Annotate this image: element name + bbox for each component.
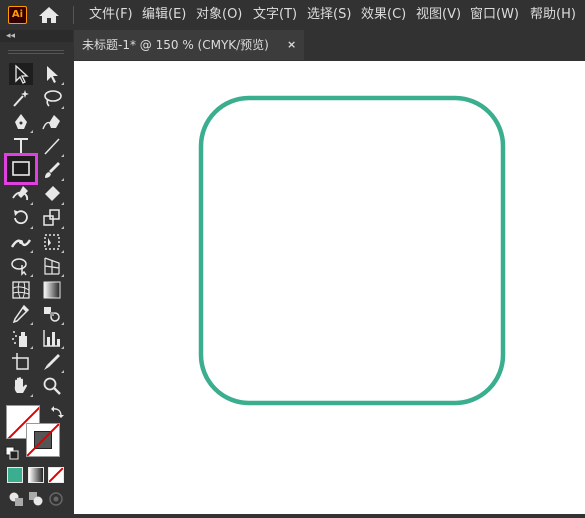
scale-tool-icon[interactable] xyxy=(40,207,64,229)
artboard-canvas[interactable] xyxy=(74,61,585,514)
zoom-tool-icon[interactable] xyxy=(40,375,64,397)
shape-builder-tool-icon[interactable] xyxy=(9,255,33,277)
direct-selection-tool-icon[interactable] xyxy=(40,63,64,85)
symbol-sprayer-tool-icon[interactable] xyxy=(9,327,33,349)
menu-help[interactable]: 帮助(H) xyxy=(530,6,576,24)
paintbrush-tool-icon[interactable] xyxy=(40,159,64,181)
close-tab-icon[interactable]: × xyxy=(287,37,296,53)
menu-view[interactable]: 视图(V) xyxy=(416,6,461,24)
rotate-tool-icon[interactable] xyxy=(9,207,33,229)
line-segment-tool-icon[interactable] xyxy=(40,135,64,157)
eyedropper-tool-icon[interactable] xyxy=(9,303,33,325)
hand-tool-icon[interactable] xyxy=(9,375,33,397)
mesh-tool-icon[interactable] xyxy=(9,279,33,301)
blend-tool-icon[interactable] xyxy=(40,303,64,325)
width-tool-icon[interactable] xyxy=(9,231,33,253)
selection-tool-icon[interactable] xyxy=(9,63,33,85)
artwork-layer xyxy=(198,95,506,406)
document-tab-bar: 未标题-1* @ 150 % (CMYK/预览) × xyxy=(74,30,585,61)
curvature-tool-icon[interactable] xyxy=(40,111,64,133)
menu-divider xyxy=(73,6,74,24)
swap-fill-stroke-icon[interactable] xyxy=(50,404,64,418)
menu-effect[interactable]: 效果(C) xyxy=(361,6,406,24)
column-graph-tool-icon[interactable] xyxy=(40,327,64,349)
menu-object[interactable]: 对象(O) xyxy=(196,6,242,24)
menu-window[interactable]: 窗口(W) xyxy=(470,6,519,24)
default-fill-stroke-icon[interactable] xyxy=(5,445,19,460)
gradient-tool-icon[interactable] xyxy=(40,279,64,301)
draw-normal-icon[interactable] xyxy=(8,491,24,507)
gradient-mode-button[interactable] xyxy=(28,467,44,483)
eraser-tool-icon[interactable] xyxy=(40,183,64,205)
color-mode-button[interactable] xyxy=(7,467,23,483)
lasso-tool-icon[interactable] xyxy=(40,87,64,109)
collapse-panel-icon[interactable]: ◂◂ xyxy=(6,30,15,42)
document-tab-title: 未标题-1* @ 150 % (CMYK/预览) xyxy=(82,38,269,52)
menu-file[interactable]: 文件(F) xyxy=(89,6,133,24)
pen-tool-icon[interactable] xyxy=(9,111,33,133)
stroke-swatch[interactable] xyxy=(26,423,60,457)
artboard-tool-icon[interactable] xyxy=(9,351,33,373)
draw-inside-icon[interactable] xyxy=(48,491,64,507)
slice-tool-icon[interactable] xyxy=(40,351,64,373)
menu-type[interactable]: 文字(T) xyxy=(253,6,297,24)
document-tab[interactable]: 未标题-1* @ 150 % (CMYK/预览) × xyxy=(74,30,304,60)
free-transform-tool-icon[interactable] xyxy=(40,231,64,253)
menubar: Ai 文件(F) 编辑(E) 对象(O) 文字(T) 选择(S) 效果(C) 视… xyxy=(0,0,585,30)
rounded-rectangle-shape xyxy=(198,95,506,406)
shaper-tool-icon[interactable] xyxy=(9,183,33,205)
menu-select[interactable]: 选择(S) xyxy=(307,6,351,24)
home-icon[interactable] xyxy=(38,6,60,24)
magic-wand-tool-icon[interactable] xyxy=(9,87,33,109)
toolbar-grip[interactable] xyxy=(8,50,64,54)
illustrator-logo: Ai xyxy=(8,6,27,24)
draw-behind-icon[interactable] xyxy=(28,491,44,507)
none-mode-button[interactable] xyxy=(48,467,64,483)
rectangle-tool-icon[interactable] xyxy=(4,153,38,185)
perspective-grid-tool-icon[interactable] xyxy=(40,255,64,277)
menu-edit[interactable]: 编辑(E) xyxy=(142,6,186,24)
